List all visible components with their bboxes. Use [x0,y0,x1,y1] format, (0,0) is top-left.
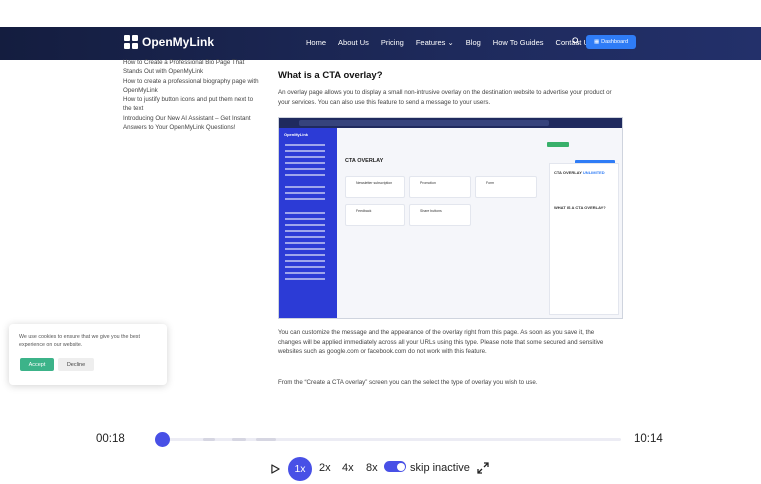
top-nav: OpenMyLink Home About Us Pricing Feature… [0,27,761,60]
skip-inactive-label: skip inactive [410,462,470,474]
related-link[interactable]: Stands Out with OpenMyLink [123,67,263,76]
menu-blog[interactable]: Blog [466,38,481,47]
app-sidebar: OpenMyLink [279,128,337,318]
app-main: CTA OVERLAY Newsletter subscription Prom… [337,128,622,318]
activity-segment [203,438,215,441]
related-posts: How to Create a Professional Bio Page Th… [123,58,263,132]
total-time: 10:14 [634,433,663,445]
info-title: WHAT IS A CTA OVERLAY? [554,205,606,210]
brand-logo[interactable]: OpenMyLink [124,35,214,49]
speed-1x-button[interactable]: 1x [288,457,312,481]
menu-about[interactable]: About Us [338,38,369,47]
related-link[interactable]: Answers to Your OpenMyLink Questions! [123,123,263,132]
card-label: Form [486,181,495,185]
menu-features[interactable]: Features ⌄ [416,38,454,47]
menu-how-to[interactable]: How To Guides [493,38,544,47]
dashboard-button-label: Dashboard [601,39,629,45]
cookie-banner: We use cookies to ensure that we give yo… [9,324,167,385]
main-menu: Home About Us Pricing Features ⌄ Blog Ho… [306,38,593,47]
activity-segment [256,438,276,441]
article-body-1: You can customize the message and the ap… [278,329,604,355]
related-link[interactable]: the text [123,104,263,113]
speed-8x-button[interactable]: 8x [366,462,378,474]
card-label: Share buttons [420,209,442,213]
search-icon[interactable] [572,37,580,45]
fullscreen-icon[interactable] [477,462,489,474]
panel-title: CTA OVERLAY [554,170,582,175]
play-icon[interactable] [271,464,280,474]
skip-inactive-toggle[interactable] [384,461,406,472]
menu-home[interactable]: Home [306,38,326,47]
replay-player: 00:18 10:14 1x 2x 4x 8x skip inactive [0,418,761,484]
card-label: Promotion [420,181,436,185]
article-heading: What is a CTA overlay? [278,70,383,81]
activity-segment [232,438,246,441]
grid-icon: ▦ [593,39,600,45]
related-link[interactable]: Introducing Our New AI Assistant – Get I… [123,114,263,123]
related-link[interactable]: How to Create a Professional Bio Page Th… [123,58,263,67]
logo-icon [124,35,138,49]
card-label: Newsletter subscription [356,181,393,185]
current-time: 00:18 [96,433,125,445]
info-panel: CTA OVERLAY UNLIMITED WHAT IS A CTA OVER… [549,163,619,315]
related-link[interactable]: How to create a professional biography p… [123,77,263,86]
menu-pricing[interactable]: Pricing [381,38,404,47]
related-link[interactable]: OpenMyLink [123,86,263,95]
accept-button[interactable]: Accept [20,358,54,371]
browser-bar [279,118,622,128]
cookie-text: We use cookies to ensure that we give yo… [19,334,140,348]
progress-handle[interactable] [155,432,170,447]
speed-2x-button[interactable]: 2x [319,462,331,474]
panel-badge: UNLIMITED [582,170,605,175]
card-label: Feedback [356,209,372,213]
article-screenshot: OpenMyLink CTA OVERLAY Newsletter subscr… [278,117,623,319]
speed-4x-button[interactable]: 4x [342,462,354,474]
app-name: OpenMyLink [284,132,309,137]
dashboard-button[interactable]: ▦ Dashboard [586,35,636,49]
article-body-2: From the “Create a CTA overlay” screen y… [278,379,538,386]
cta-overlay-heading: CTA OVERLAY [345,158,384,164]
related-link[interactable]: How to justify button icons and put them… [123,95,263,104]
brand-name: OpenMyLink [142,35,215,49]
article-intro: An overlay page allows you to display a … [278,89,612,106]
decline-button[interactable]: Decline [58,358,94,371]
progress-track[interactable] [160,438,621,441]
